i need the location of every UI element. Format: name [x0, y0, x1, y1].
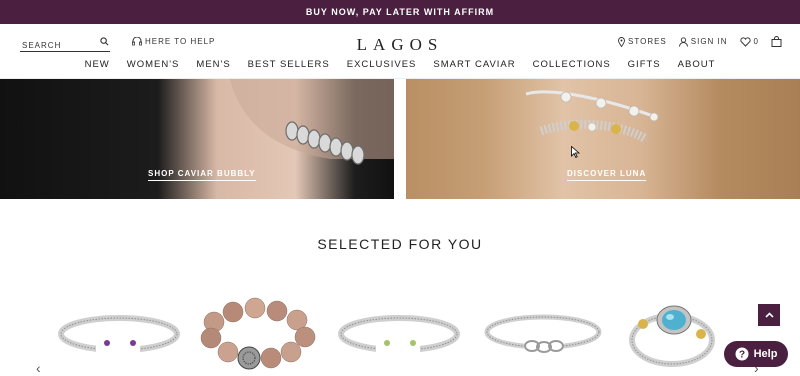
bracelet-image — [230, 79, 394, 165]
stores-label: STORES — [628, 37, 667, 46]
product-bangle-amethyst[interactable] — [56, 290, 182, 374]
nav-item-exclusives[interactable]: EXCLUSIVES — [347, 59, 417, 70]
product-blue-topaz-ring[interactable] — [620, 290, 730, 374]
nav-item-mens[interactable]: MEN'S — [196, 59, 230, 70]
help-button[interactable]: ? Help — [724, 341, 788, 367]
product-carousel: ‹ › — [0, 290, 800, 376]
main-nav: NEW WOMEN'S MEN'S BEST SELLERS EXCLUSIVE… — [0, 59, 800, 70]
wishlist-link[interactable]: 0 — [739, 36, 759, 47]
product-link-bracelet[interactable] — [480, 290, 606, 374]
bracelet-image — [525, 90, 659, 143]
sign-in-label: SIGN IN — [690, 37, 728, 46]
promo-text: BUY NOW, PAY LATER WITH AFFIRM — [305, 7, 495, 17]
nav-item-about[interactable]: ABOUT — [678, 59, 716, 70]
wishlist-count: 0 — [753, 37, 759, 46]
nav-item-smart-caviar[interactable]: SMART CAVIAR — [433, 59, 515, 70]
header-utilities: STORES SIGN IN 0 — [618, 36, 782, 47]
site-header: HERE TO HELP LAGOS STORES SIGN IN 0 NEW … — [0, 24, 800, 79]
nav-item-best-sellers[interactable]: BEST SELLERS — [248, 59, 330, 70]
product-stone-bead-bracelet[interactable] — [197, 290, 321, 374]
product-bangle-peridot[interactable] — [336, 290, 462, 374]
sign-in-link[interactable]: SIGN IN — [678, 36, 728, 47]
help-label: Help — [753, 348, 778, 360]
nav-item-new[interactable]: NEW — [85, 59, 110, 70]
nav-item-gifts[interactable]: GIFTS — [628, 59, 661, 70]
cursor-icon — [571, 146, 580, 158]
shop-caviar-bubbly-link[interactable]: SHOP CAVIAR BUBBLY — [148, 169, 256, 181]
location-pin-icon — [618, 36, 625, 47]
svg-text:?: ? — [739, 350, 745, 361]
user-icon — [678, 36, 688, 47]
heart-icon — [739, 36, 751, 47]
chevron-up-icon — [764, 312, 774, 318]
nav-item-womens[interactable]: WOMEN'S — [127, 59, 180, 70]
hero-banners: SHOP CAVIAR BUBBLY DISCOVER LUNA — [0, 79, 800, 199]
back-to-top-button[interactable] — [758, 304, 780, 326]
shopping-bag-icon[interactable] — [771, 36, 782, 47]
promo-banner[interactable]: BUY NOW, PAY LATER WITH AFFIRM — [0, 0, 800, 24]
stores-link[interactable]: STORES — [618, 36, 667, 47]
discover-luna-link[interactable]: DISCOVER LUNA — [567, 169, 647, 181]
nav-item-collections[interactable]: COLLECTIONS — [533, 59, 611, 70]
hero-luna[interactable]: DISCOVER LUNA — [406, 79, 800, 199]
question-icon: ? — [735, 347, 749, 361]
hero-caviar-bubbly[interactable]: SHOP CAVIAR BUBBLY — [0, 79, 394, 199]
section-title: SELECTED FOR YOU — [317, 236, 483, 252]
